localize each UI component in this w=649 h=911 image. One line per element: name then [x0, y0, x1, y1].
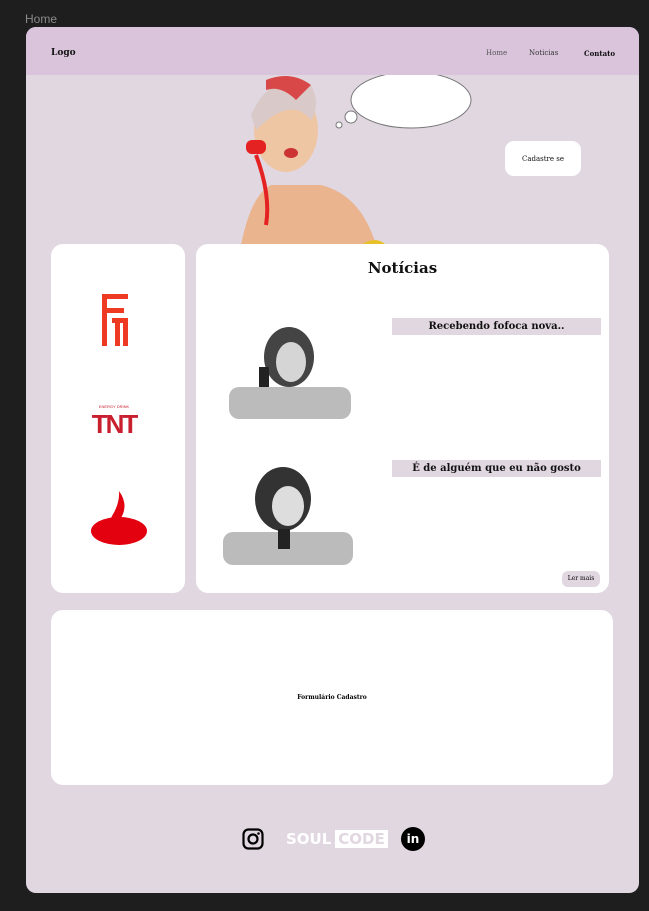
- signup-form-placeholder: Formulário Cadastro: [51, 610, 613, 785]
- santander-logo: [91, 491, 147, 545]
- sponsors-card: ENERGY DRINK TNT: [51, 244, 185, 593]
- signup-button[interactable]: Cadastre se: [505, 141, 581, 176]
- instagram-icon[interactable]: [242, 828, 264, 850]
- soulcode-logo: SOUL CODE: [286, 830, 388, 848]
- news-headline-1[interactable]: Recebendo fofoca nova..: [392, 318, 601, 335]
- fm-logo: [102, 294, 128, 346]
- news-card: Notícias Recebendo fofoca nova.. É de al…: [196, 244, 609, 593]
- news-title: Notícias: [367, 259, 438, 277]
- footer: SOUL CODE in: [26, 827, 639, 851]
- news-image-2: [223, 467, 353, 565]
- read-more-button[interactable]: Ler mais: [562, 571, 600, 587]
- logo[interactable]: Logo: [51, 48, 76, 58]
- news-headline-2[interactable]: É de alguém que eu não gosto: [392, 460, 601, 477]
- frame-label: Home: [25, 12, 58, 26]
- tnt-logo: ENERGY DRINK TNT: [91, 404, 139, 439]
- navbar: Logo Home Noticias Contato: [26, 27, 639, 75]
- nav-noticias[interactable]: Noticias: [529, 49, 558, 57]
- linkedin-icon[interactable]: in: [401, 827, 425, 851]
- hero-illustration: [241, 75, 472, 245]
- nav-home[interactable]: Home: [486, 49, 507, 57]
- news-image-1: [229, 327, 351, 419]
- page-frame: Logo Home Noticias Contato Cadastre se E…: [26, 27, 639, 893]
- nav-contato[interactable]: Contato: [584, 49, 615, 58]
- form-label: Formulário Cadastro: [297, 694, 367, 701]
